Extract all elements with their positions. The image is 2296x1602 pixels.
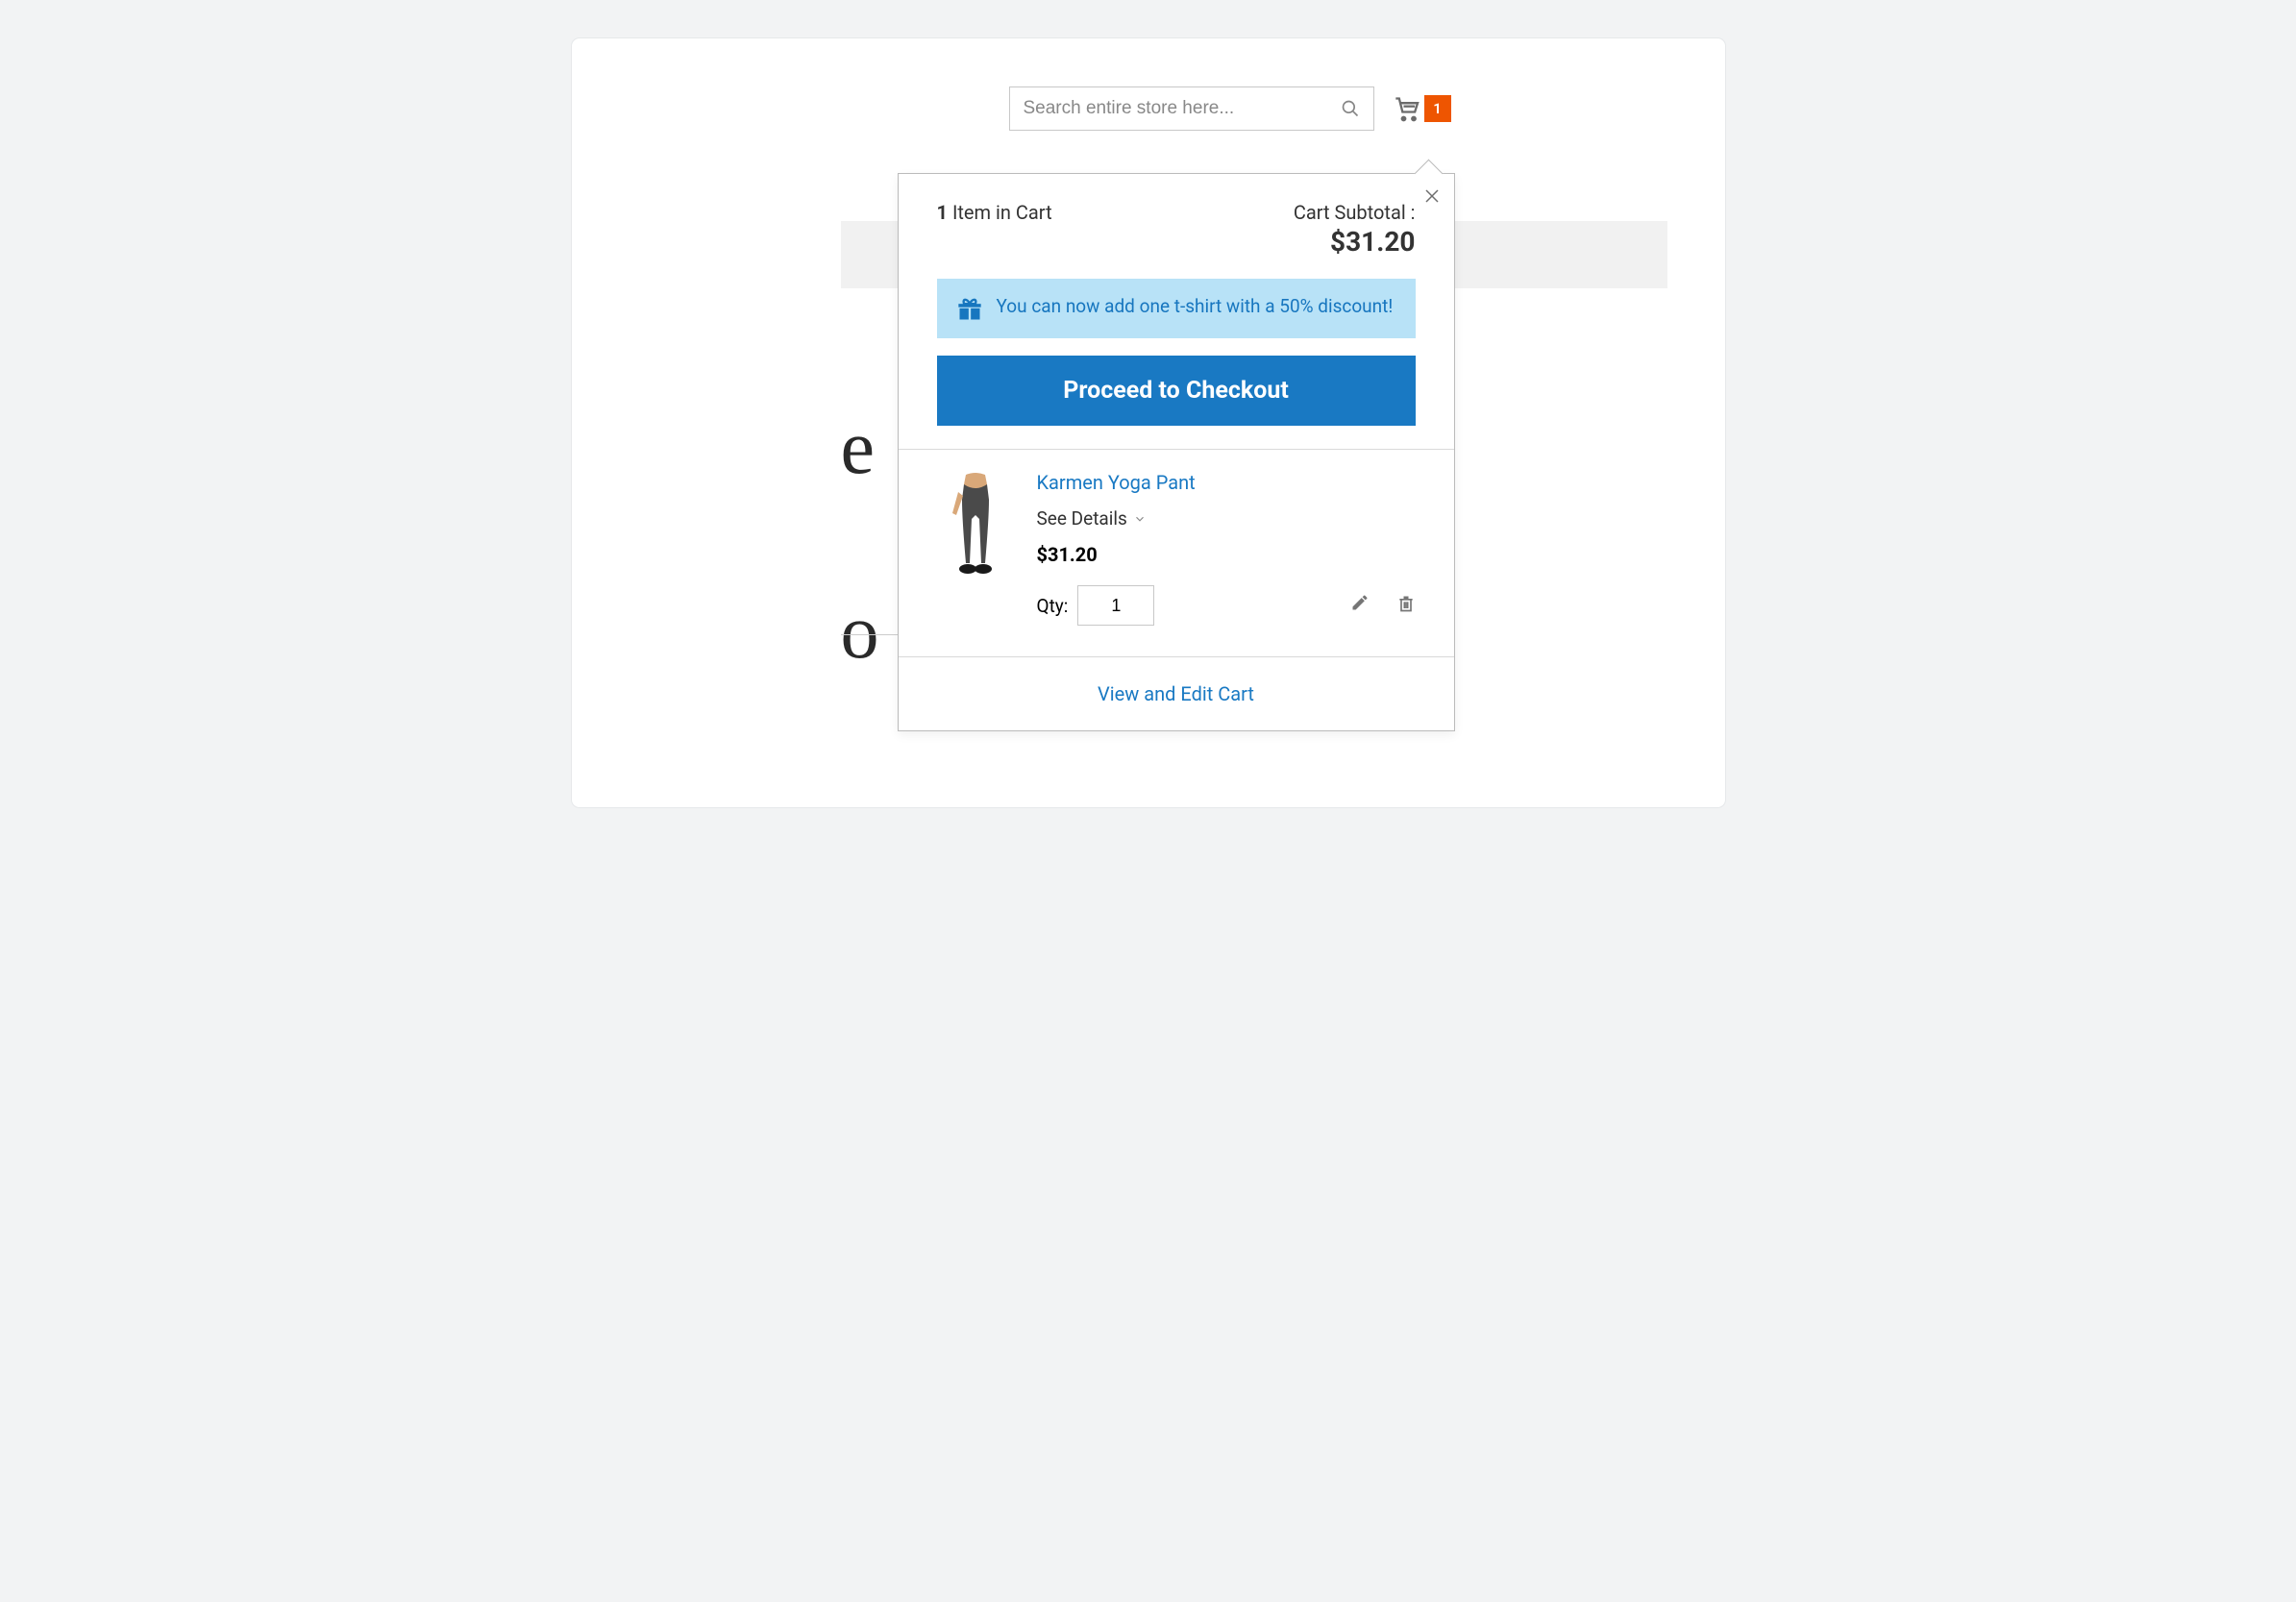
product-name-link[interactable]: Karmen Yoga Pant (1037, 471, 1416, 494)
gift-icon (956, 296, 983, 323)
product-price: $31.20 (1037, 543, 1416, 566)
close-button[interactable] (1423, 187, 1441, 209)
cart-icon (1394, 95, 1420, 122)
search-icon[interactable] (1341, 99, 1360, 118)
chevron-down-icon (1133, 512, 1147, 526)
trash-icon (1396, 593, 1416, 614)
close-icon (1423, 187, 1441, 205)
pencil-icon (1350, 593, 1370, 612)
qty-row: Qty: (1037, 585, 1416, 626)
promo-text: You can now add one t-shirt with a 50% d… (997, 294, 1394, 320)
cart-count-badge: 1 (1424, 95, 1451, 122)
search-box (1009, 86, 1374, 131)
qty-input[interactable] (1077, 585, 1154, 626)
promo-banner: You can now add one t-shirt with a 50% d… (937, 279, 1416, 338)
subtotal-label: Cart Subtotal : (1294, 201, 1416, 224)
delete-item-button[interactable] (1396, 593, 1416, 618)
see-details-toggle[interactable]: See Details (1037, 507, 1416, 530)
background-letters: eo (841, 356, 879, 725)
header-row: 1 (793, 86, 1667, 131)
subtotal: Cart Subtotal : $31.20 (1294, 201, 1416, 258)
product-image[interactable] (937, 471, 1014, 579)
subtotal-amount: $31.20 (1294, 226, 1416, 258)
edit-item-button[interactable] (1350, 593, 1370, 618)
view-edit-cart-link[interactable]: View and Edit Cart (899, 657, 1454, 730)
page-card: eo 1 1 Item in Cart Cart Subtotal : $31.… (572, 38, 1725, 807)
cart-items: Karmen Yoga Pant See Details $31.20 Qty: (899, 449, 1454, 657)
qty-label: Qty: (1037, 595, 1069, 617)
cart-button[interactable]: 1 (1394, 95, 1451, 122)
product-info: Karmen Yoga Pant See Details $31.20 Qty: (1037, 471, 1416, 626)
item-actions (1350, 593, 1416, 618)
item-count: 1 Item in Cart (937, 201, 1052, 224)
minicart-header: 1 Item in Cart Cart Subtotal : $31.20 (899, 174, 1454, 275)
cart-item: Karmen Yoga Pant See Details $31.20 Qty: (937, 471, 1416, 626)
checkout-button[interactable]: Proceed to Checkout (937, 356, 1416, 426)
search-input[interactable] (1024, 98, 1341, 119)
minicart-popup: 1 Item in Cart Cart Subtotal : $31.20 Yo… (898, 173, 1455, 731)
